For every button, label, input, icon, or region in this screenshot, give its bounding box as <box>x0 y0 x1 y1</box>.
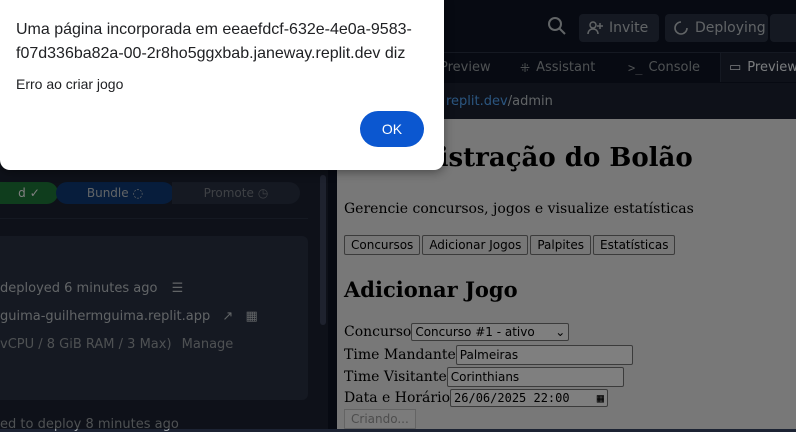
alert-dialog: Uma página incorporada em eeaefdcf-632e-… <box>0 0 444 170</box>
dialog-body: Erro ao criar jogo <box>16 76 124 92</box>
ok-button[interactable]: OK <box>360 111 424 147</box>
dialog-message: Uma página incorporada em eeaefdcf-632e-… <box>16 21 412 62</box>
